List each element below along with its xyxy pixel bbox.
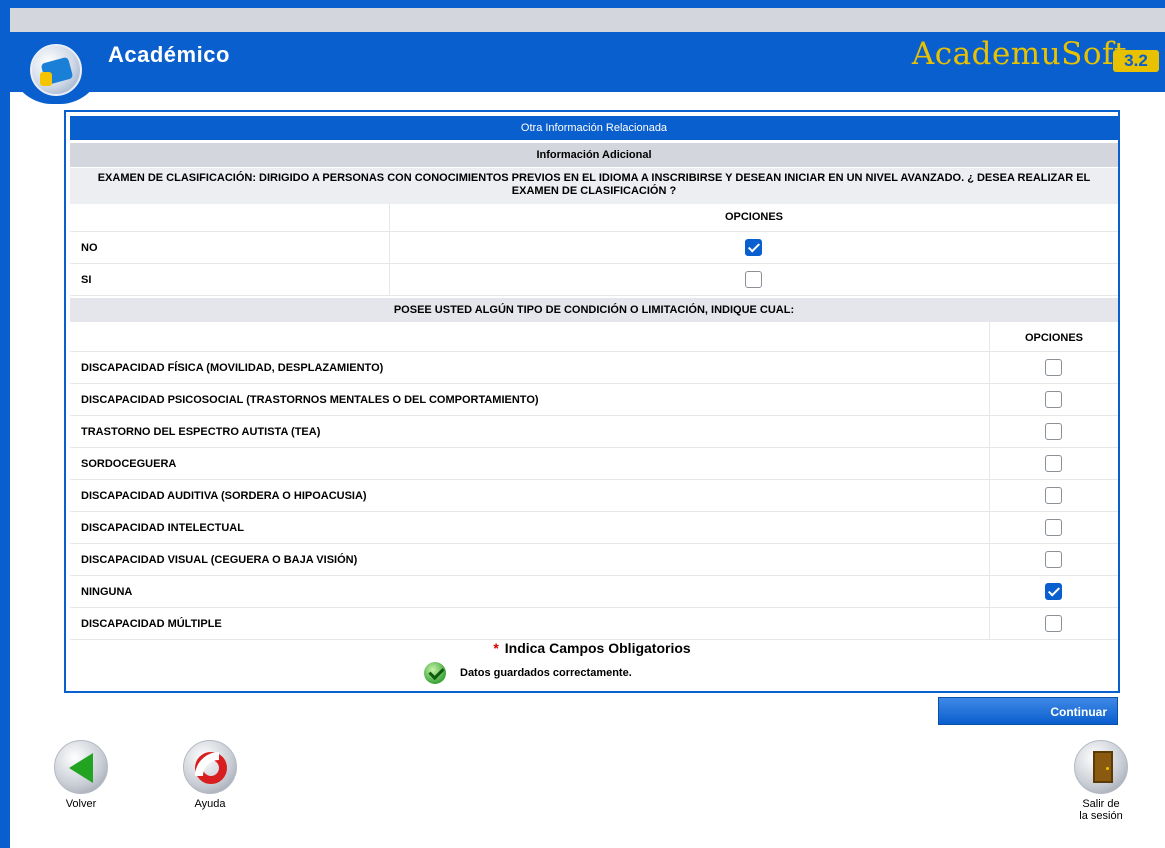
required-star: * <box>493 640 499 656</box>
column-divider <box>989 608 990 639</box>
exam-option-label: SI <box>81 274 92 286</box>
exam-options-header-row: OPCIONES <box>70 204 1118 232</box>
condition-checkbox[interactable] <box>1045 423 1062 440</box>
success-check-icon <box>424 662 446 684</box>
column-divider <box>989 448 990 479</box>
academic-logo-icon <box>30 44 82 96</box>
condition-label: DISCAPACIDAD PSICOSOCIAL (TRASTORNOS MEN… <box>81 394 539 406</box>
top-grey-band <box>10 8 1165 32</box>
section-title: Otra Información Relacionada <box>70 116 1118 140</box>
logout-button[interactable]: Salir de la sesión <box>1071 740 1131 822</box>
column-divider <box>989 544 990 575</box>
condition-checkbox[interactable] <box>1045 487 1062 504</box>
column-divider <box>989 480 990 511</box>
condition-question: POSEE USTED ALGÚN TIPO DE CONDICIÓN O LI… <box>70 298 1118 322</box>
column-divider <box>989 384 990 415</box>
saved-message: Datos guardados correctamente. <box>460 667 632 679</box>
condition-row: DISCAPACIDAD PSICOSOCIAL (TRASTORNOS MEN… <box>70 384 1118 416</box>
condition-label: DISCAPACIDAD MÚLTIPLE <box>81 618 222 630</box>
exam-option-no-checkbox[interactable] <box>745 239 762 256</box>
help-button[interactable]: Ayuda <box>180 740 240 810</box>
column-divider <box>989 352 990 383</box>
condition-checkbox[interactable] <box>1045 519 1062 536</box>
column-divider <box>989 416 990 447</box>
condition-label: DISCAPACIDAD AUDITIVA (SORDERA O HIPOACU… <box>81 490 367 502</box>
condition-checkbox[interactable] <box>1045 455 1062 472</box>
exam-option-si-checkbox[interactable] <box>745 271 762 288</box>
form-panel: Otra Información Relacionada Información… <box>64 110 1120 693</box>
subsection-title: Información Adicional <box>70 143 1118 167</box>
condition-checkbox[interactable] <box>1045 615 1062 632</box>
help-lifebuoy-icon <box>183 740 237 794</box>
logout-door-icon <box>1074 740 1128 794</box>
condition-checkbox[interactable] <box>1045 359 1062 376</box>
required-note-text: Indica Campos Obligatorios <box>504 640 691 656</box>
logout-label-line1: Salir de <box>1082 798 1120 810</box>
exam-options-header: OPCIONES <box>724 211 784 223</box>
condition-label: NINGUNA <box>81 586 133 598</box>
condition-row: DISCAPACIDAD VISUAL (CEGUERA O BAJA VISI… <box>70 544 1118 576</box>
condition-row: TRASTORNO DEL ESPECTRO AUTISTA (TEA) <box>70 416 1118 448</box>
required-note: * Indica Campos Obligatorios <box>66 640 1118 656</box>
condition-options-header-row: OPCIONES <box>70 322 1118 352</box>
continue-button[interactable]: Continuar <box>938 697 1118 725</box>
exam-question: EXAMEN DE CLASIFICACIÓN: DIRIGIDO A PERS… <box>70 168 1118 204</box>
condition-checkbox[interactable] <box>1045 391 1062 408</box>
column-divider <box>989 576 990 607</box>
help-label: Ayuda <box>194 798 226 810</box>
condition-checkbox[interactable] <box>1045 551 1062 568</box>
condition-options-header: OPCIONES <box>1024 332 1084 344</box>
condition-label: SORDOCEGUERA <box>81 458 177 470</box>
column-divider <box>389 264 390 295</box>
back-button[interactable]: Volver <box>51 740 111 810</box>
condition-row: DISCAPACIDAD MÚLTIPLE <box>70 608 1118 640</box>
condition-label: DISCAPACIDAD INTELECTUAL <box>81 522 244 534</box>
column-divider <box>389 232 390 263</box>
brand-name: AcademuSoft <box>911 36 1127 72</box>
column-divider <box>989 512 990 543</box>
app-title: Académico <box>108 42 230 67</box>
exam-option-label: NO <box>81 242 98 254</box>
condition-checkbox[interactable] <box>1045 583 1062 600</box>
condition-row: DISCAPACIDAD INTELECTUAL <box>70 512 1118 544</box>
condition-label: DISCAPACIDAD VISUAL (CEGUERA O BAJA VISI… <box>81 554 358 566</box>
logout-label-line2: la sesión <box>1079 810 1123 822</box>
condition-row: DISCAPACIDAD FÍSICA (MOVILIDAD, DESPLAZA… <box>70 352 1118 384</box>
condition-row: NINGUNA <box>70 576 1118 608</box>
back-label: Volver <box>65 798 97 810</box>
logout-label: Salir de la sesión <box>1071 798 1131 822</box>
exam-option-row: SI <box>70 264 1118 296</box>
back-arrow-icon <box>54 740 108 794</box>
exam-option-row: NO <box>70 232 1118 264</box>
condition-label: DISCAPACIDAD FÍSICA (MOVILIDAD, DESPLAZA… <box>81 362 384 374</box>
left-border <box>0 0 10 848</box>
condition-label: TRASTORNO DEL ESPECTRO AUTISTA (TEA) <box>81 426 321 438</box>
top-stripe <box>10 0 1165 8</box>
brand-version: 3.2 <box>1113 50 1159 72</box>
condition-row: DISCAPACIDAD AUDITIVA (SORDERA O HIPOACU… <box>70 480 1118 512</box>
condition-row: SORDOCEGUERA <box>70 448 1118 480</box>
